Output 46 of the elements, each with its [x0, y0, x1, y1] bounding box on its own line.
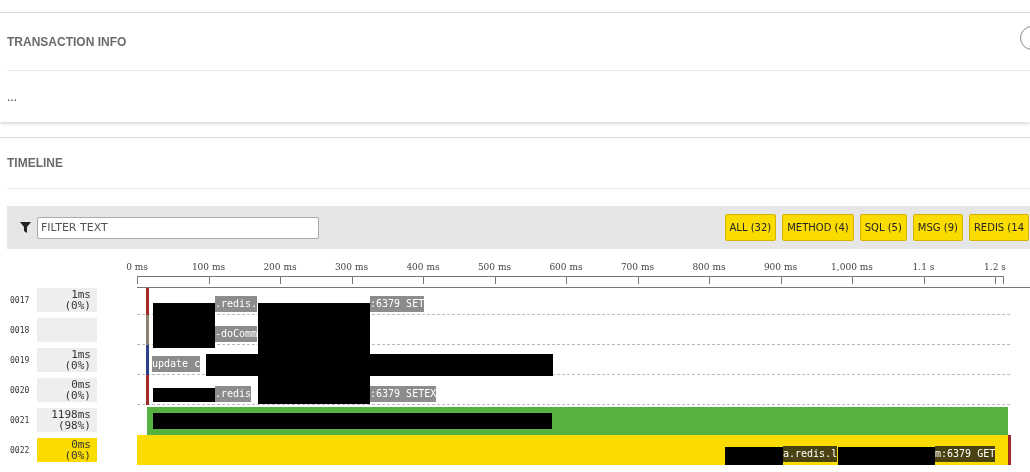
span-label: m:6379 GET [935, 446, 996, 462]
filter-icon [20, 222, 31, 233]
axis-label: 900 ms [763, 262, 798, 272]
redaction-bar [153, 303, 215, 348]
duration-cell: 1198ms (98%) [37, 408, 97, 432]
duration-cell: 1ms (0%) [37, 348, 97, 372]
span-label: .redis. [215, 296, 258, 312]
span-label: update c [152, 356, 201, 372]
filter-field[interactable]: FILTER TEXT [37, 216, 319, 239]
duration-cell: 0ms (0%) [37, 378, 97, 402]
span-label: :6379 SETEX [370, 386, 437, 402]
span-bar[interactable] [147, 407, 1008, 435]
axis-label: 1.1 s [912, 262, 935, 272]
axis-label: 400 ms [406, 262, 440, 272]
duration-cell: 0ms (0%) [37, 438, 97, 462]
span-label: -doComm [215, 326, 258, 342]
filter-button[interactable]: ALL (32) [724, 214, 777, 241]
filter-button[interactable]: SQL (5) [859, 214, 907, 241]
span-label: a.redis.l [783, 446, 838, 462]
section-title: TRANSACTION INFO [7, 34, 127, 49]
axis-label: 500 ms [477, 262, 512, 272]
axis-label: 100 ms [191, 262, 226, 272]
axis-label: 300 ms [334, 262, 369, 272]
redaction-bar [725, 447, 783, 465]
filter-button[interactable]: MSG (9) [912, 214, 963, 241]
duration-cell: 1ms (0%) [37, 288, 97, 312]
section-title: TIMELINE [7, 156, 63, 170]
filter-button[interactable]: METHOD (4) [782, 214, 854, 241]
info-text: ... [7, 89, 17, 104]
axis-label: 800 ms [692, 262, 726, 272]
axis-label: 700 ms [620, 262, 655, 272]
row-number: 0019 [9, 355, 31, 365]
row-number: 0021 [9, 415, 31, 425]
row-number: 0017 [9, 295, 31, 305]
axis-label: 600 ms [549, 262, 583, 272]
redaction-bar [153, 388, 215, 402]
row-number: 0020 [9, 385, 31, 395]
axis-label: 1.2 s [984, 262, 1006, 272]
axis-label: 200 ms [263, 262, 297, 272]
row-number: 0018 [9, 325, 31, 335]
axis-label: 0 ms [126, 262, 148, 272]
filter-button[interactable]: REDIS (14 [968, 214, 1029, 241]
span-label: .redis [215, 386, 252, 402]
row-number: 0022 [9, 445, 31, 455]
axis-label: 1,000 ms [831, 262, 873, 272]
span-label: :6379 SET [370, 296, 425, 312]
